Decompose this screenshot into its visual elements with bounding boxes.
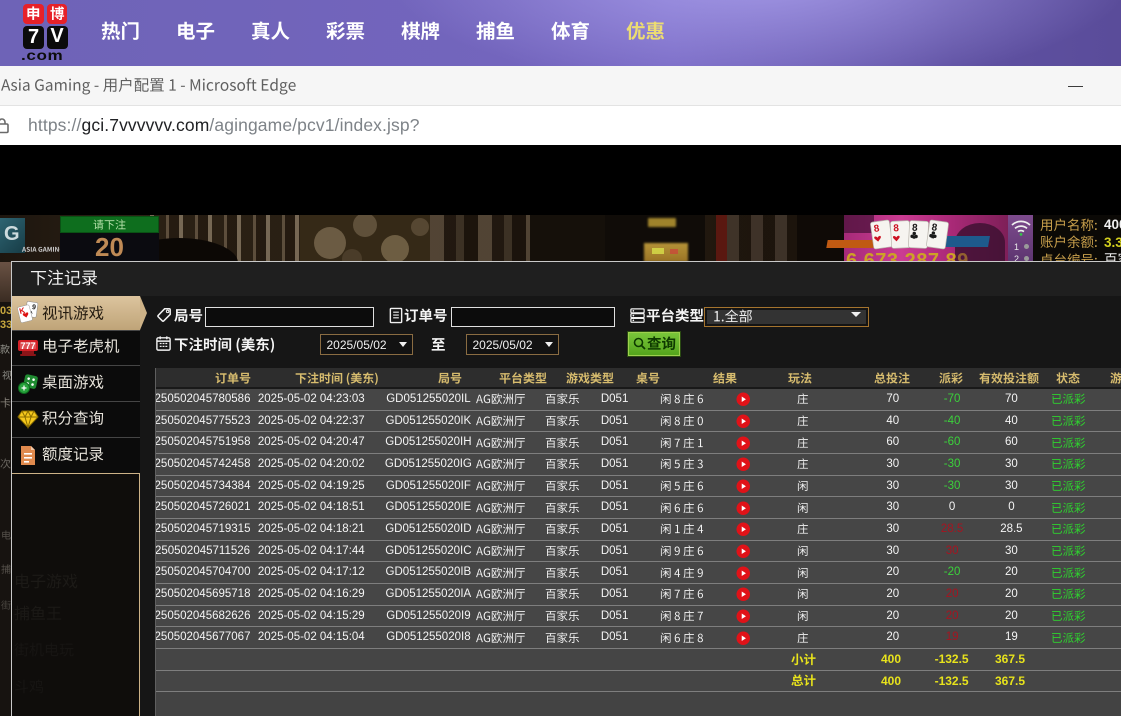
svg-text:8: 8: [893, 223, 900, 234]
svg-text:777: 777: [20, 341, 35, 351]
